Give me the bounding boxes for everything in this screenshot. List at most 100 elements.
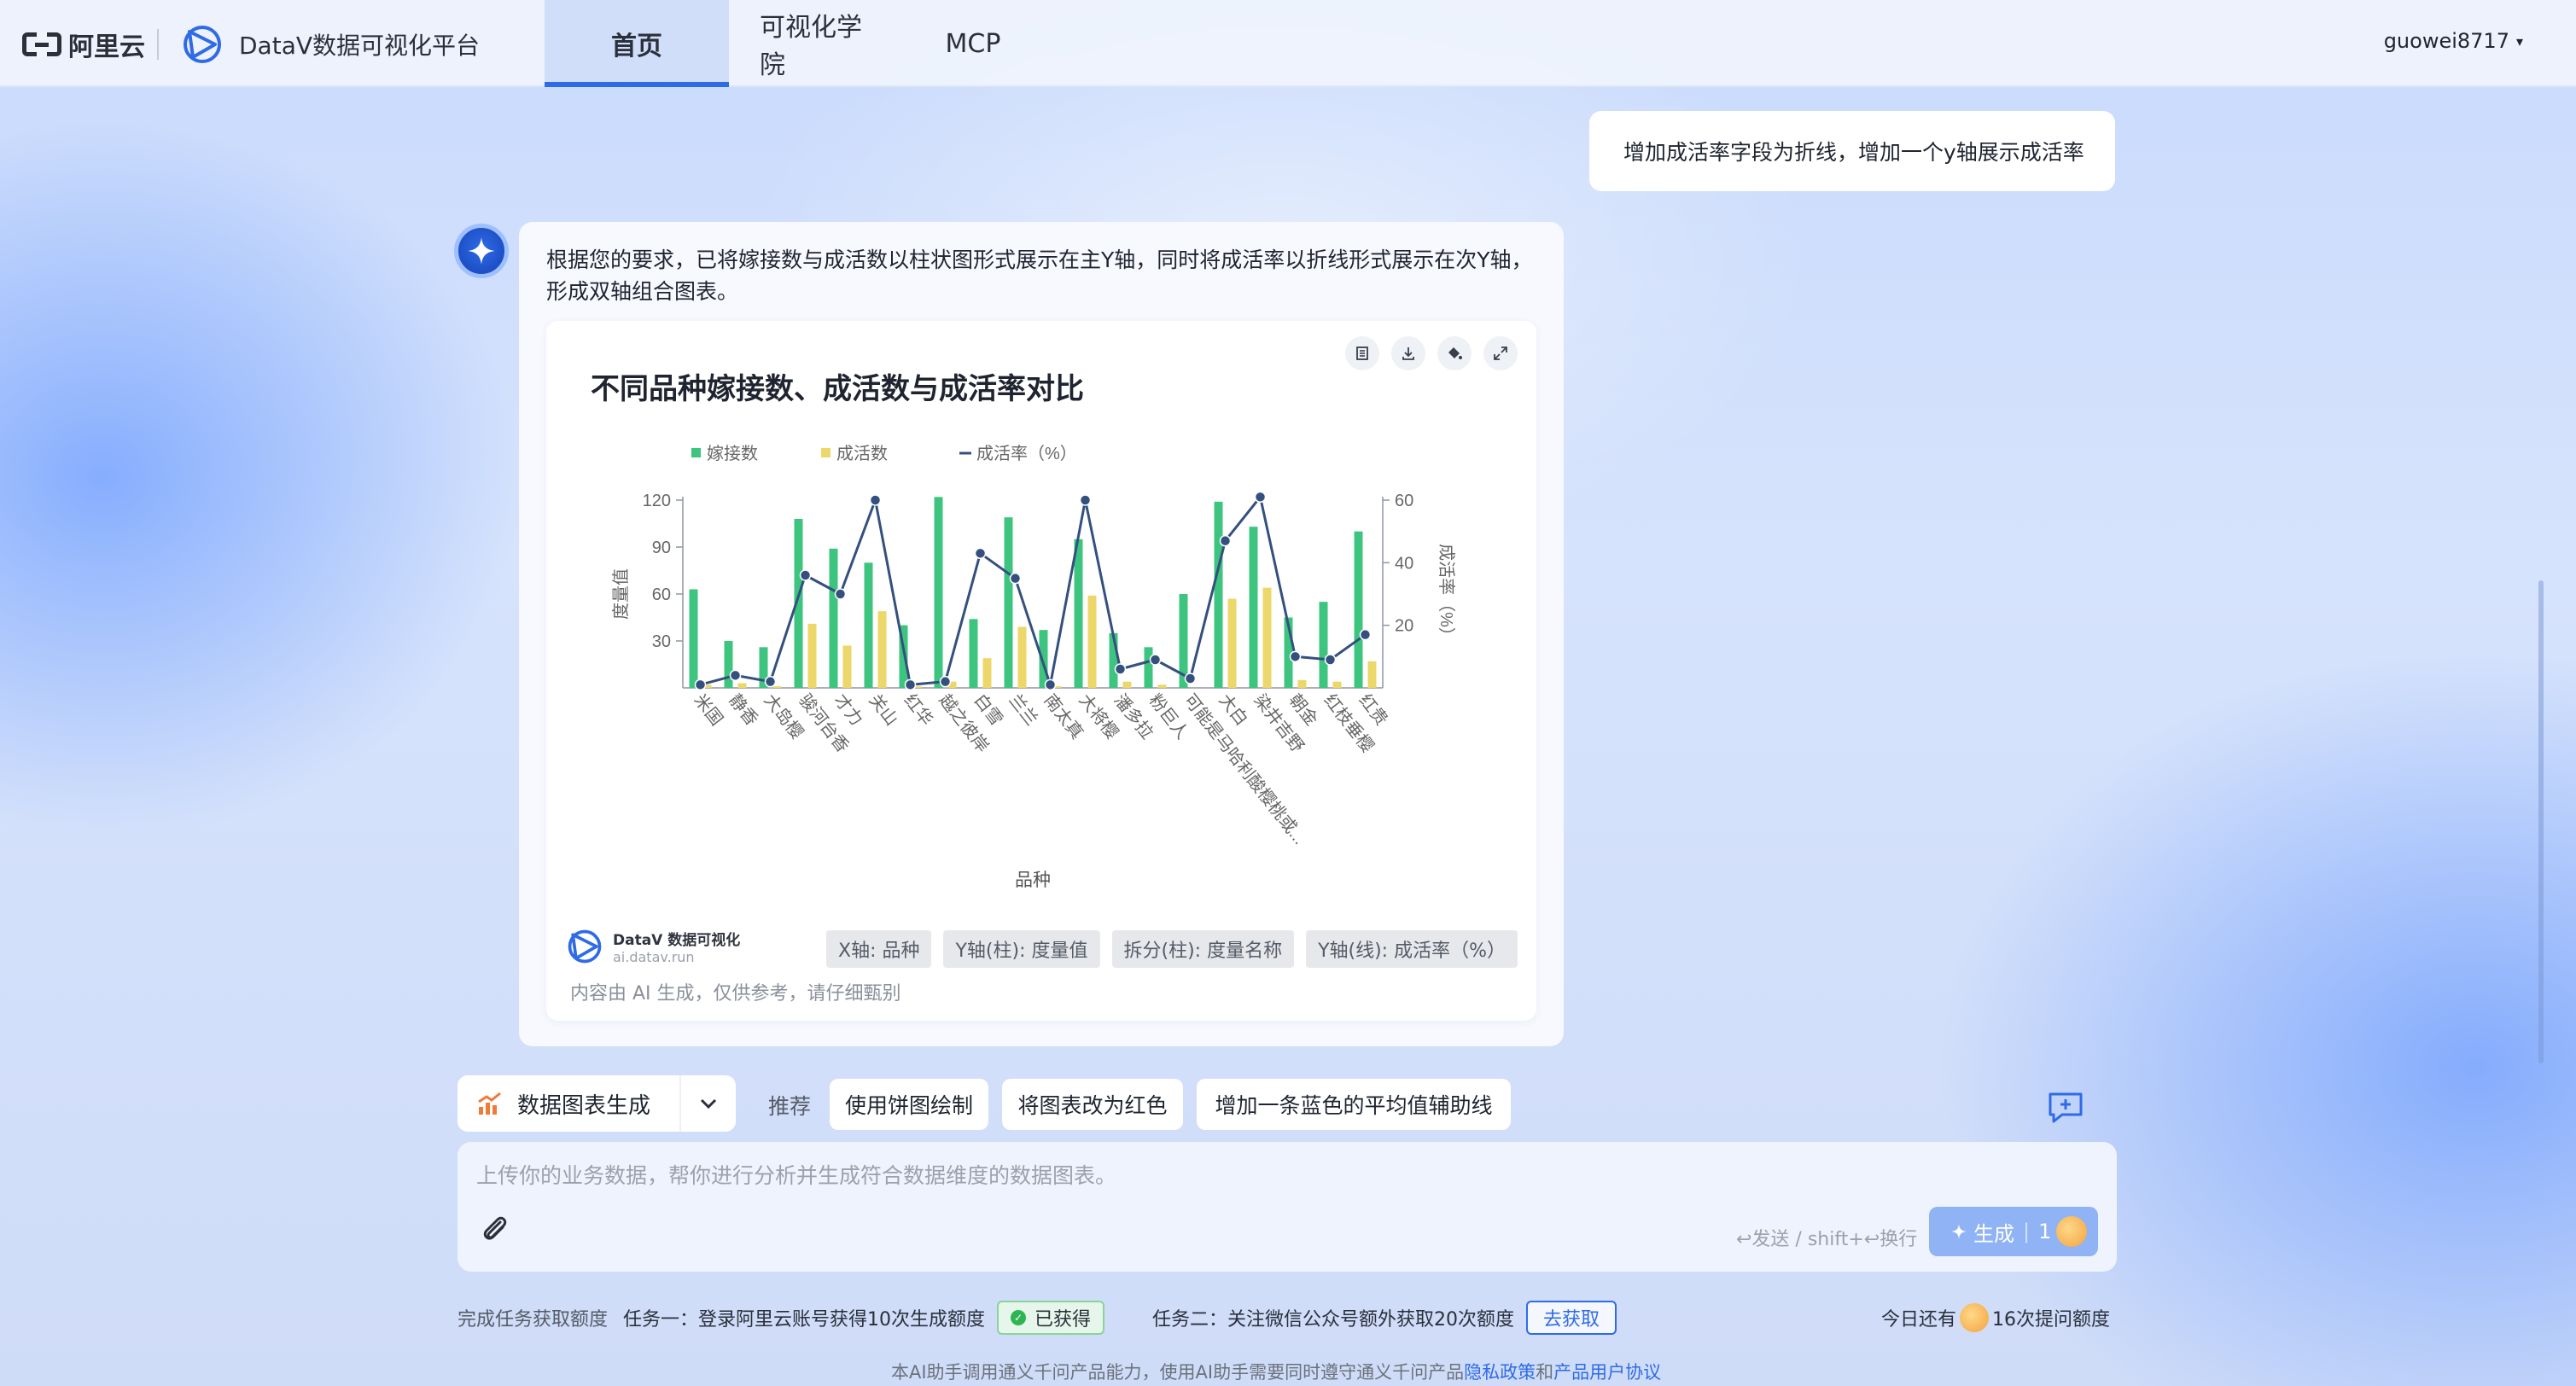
top-navigation-bar: 阿里云 DataV数据可视化平台 首页 可视化学院 MCP guowei8717… <box>0 0 2576 87</box>
tag-y-axis-bar: Y轴(柱): 度量值 <box>943 930 1100 968</box>
bar-survive <box>1227 598 1237 688</box>
point-survival-rate <box>939 675 952 688</box>
datav-watermark: DataV 数据可视化 ai.datav.run <box>565 927 740 966</box>
point-survival-rate <box>764 675 777 688</box>
combo-chart: 嫁接数 成活数 成活率（%）306090120204060度量值 成活率（%）品种米国… <box>611 444 1456 890</box>
tab-mcp[interactable]: MCP <box>913 0 1033 87</box>
point-survival-rate <box>1359 628 1372 641</box>
paint-bucket-icon[interactable] <box>1437 336 1472 370</box>
prompt-composer: ↩发送 / shift+↩换行 生成 | 1 <box>458 1142 2117 1272</box>
new-chat-icon[interactable] <box>2047 1091 2084 1125</box>
y-tick-label-right: 20 <box>1395 617 1413 636</box>
y-axis-title-left: 度量值 <box>611 568 631 620</box>
mode-select[interactable]: 数据图表生成 <box>458 1075 736 1132</box>
point-survival-rate <box>1009 572 1022 585</box>
suggestion-pie-chart[interactable]: 使用饼图绘制 <box>830 1079 988 1130</box>
point-survival-rate <box>974 547 987 560</box>
table-icon[interactable] <box>1345 336 1379 370</box>
point-survival-rate <box>1324 654 1337 666</box>
y-tick-label-left: 30 <box>652 632 671 651</box>
point-survival-rate <box>869 494 882 506</box>
bar-graft <box>829 548 838 688</box>
bar-survive <box>877 611 887 688</box>
separator: | <box>2023 1220 2031 1243</box>
y-tick-label-left: 90 <box>652 539 671 557</box>
y-tick-label-left: 60 <box>652 585 671 604</box>
bar-survive <box>1017 626 1027 688</box>
datav-logo-icon <box>568 929 602 964</box>
task-one-status-badge: ✓ 已获得 <box>997 1301 1105 1335</box>
user-agreement-link[interactable]: 产品用户协议 <box>1553 1362 1661 1383</box>
x-tick-label: 静香 <box>726 690 762 730</box>
chart-toolbar <box>1345 336 1518 370</box>
generate-button[interactable]: 生成 | 1 <box>1929 1207 2098 1256</box>
divider <box>157 29 159 60</box>
bar-graft <box>1004 517 1013 688</box>
paperclip-icon[interactable] <box>478 1214 512 1248</box>
bar-survive <box>737 683 747 688</box>
bar-survive <box>1297 679 1307 688</box>
point-survival-rate <box>834 588 847 600</box>
datav-logo-icon <box>184 26 221 63</box>
chart-title: 不同品种嫁接数、成活数与成活率对比 <box>591 372 1084 406</box>
bar-survive <box>982 658 992 688</box>
user-message-text: 增加成活率字段为折线，增加一个y轴展示成活率 <box>1623 140 2084 165</box>
main-tabs: 首页 可视化学院 MCP <box>545 0 1033 87</box>
y-tick-label-right: 40 <box>1395 554 1413 573</box>
tag-y-axis-line: Y轴(线): 成活率（%） <box>1306 930 1518 968</box>
keyboard-hint: ↩发送 / shift+↩换行 <box>1736 1229 1918 1250</box>
footer-and: 和 <box>1536 1362 1554 1383</box>
ai-avatar <box>454 224 509 278</box>
tag-split-bar: 拆分(柱): 度量名称 <box>1111 930 1295 968</box>
bar-survive <box>772 686 782 688</box>
generate-label: 生成 <box>1973 1221 2014 1246</box>
bar-survive <box>842 645 852 688</box>
x-tick-label: 米国 <box>691 690 727 730</box>
point-survival-rate <box>1114 663 1127 675</box>
aliyun-logo-icon <box>22 32 61 57</box>
mode-label: 数据图表生成 <box>517 1092 651 1119</box>
fullscreen-icon[interactable] <box>1483 336 1518 370</box>
task-two: 任务二：关注微信公众号额外获取20次额度 <box>1152 1309 1515 1331</box>
chevron-down-icon[interactable] <box>679 1075 736 1132</box>
point-survival-rate <box>1149 654 1162 666</box>
privacy-policy-link[interactable]: 隐私政策 <box>1464 1362 1536 1383</box>
task-one: 任务一：登录阿里云账号获得10次生成额度 <box>623 1309 986 1331</box>
ai-disclaimer: 内容由 AI 生成，仅供参考，请仔细甄别 <box>570 983 901 1005</box>
task-two-get-button[interactable]: 去获取 <box>1526 1301 1617 1335</box>
bar-graft <box>934 497 943 688</box>
tab-academy[interactable]: 可视化学院 <box>729 0 913 87</box>
task-intro: 完成任务获取额度 <box>458 1309 609 1331</box>
quota-prefix: 今日还有 <box>1881 1309 1957 1331</box>
point-survival-rate <box>799 569 812 581</box>
x-tick-label: 红华 <box>900 690 937 730</box>
point-survival-rate <box>1219 534 1232 547</box>
bar-survive <box>1087 595 1097 688</box>
user-menu[interactable]: guowei8717 ▾ <box>2384 29 2523 53</box>
aliyun-logo-text: 阿里云 <box>68 32 145 62</box>
datav-brand[interactable]: DataV数据可视化平台 <box>181 22 480 67</box>
prompt-input[interactable] <box>476 1159 2081 1202</box>
username: guowei8717 <box>2383 29 2509 53</box>
suggestion-red-color[interactable]: 将图表改为红色 <box>1002 1079 1183 1130</box>
legend-label-1: 成活数 <box>836 444 888 463</box>
tab-home[interactable]: 首页 <box>545 0 729 87</box>
bar-graft <box>1074 539 1083 688</box>
x-tick-label: 关山 <box>865 690 902 730</box>
bar-graft <box>689 589 698 688</box>
aliyun-logo[interactable]: 阿里云 <box>22 26 145 63</box>
tag-x-axis: X轴: 品种 <box>826 930 932 968</box>
download-icon[interactable] <box>1391 336 1425 370</box>
suggestion-average-line[interactable]: 增加一条蓝色的平均值辅助线 <box>1197 1079 1511 1130</box>
scrollbar[interactable] <box>2538 580 2544 1063</box>
ai-message-card: 根据您的要求，已将嫁接数与成活数以柱状图形式展示在主Y轴，同时将成活率以折线形式… <box>519 222 1564 1046</box>
footer-note: 本AI助手调用通义千问产品能力，使用AI助手需要同时遵守通义千问产品隐私政策和产… <box>891 1359 1661 1384</box>
legend-label-2: 成活率（%） <box>976 444 1077 463</box>
footer-text: 本AI助手调用通义千问产品能力，使用AI助手需要同时遵守通义千问产品 <box>891 1362 1465 1383</box>
ai-message-text: 根据您的要求，已将嫁接数与成活数以柱状图形式展示在主Y轴，同时将成活率以折线形式… <box>546 248 1533 304</box>
check-icon: ✓ <box>1011 1310 1027 1325</box>
bar-graft <box>724 641 733 688</box>
y-axis-title-right: 成活率（%） <box>1437 544 1456 644</box>
legend-swatch-1 <box>821 448 830 457</box>
legend-label-0: 嫁接数 <box>707 444 758 463</box>
